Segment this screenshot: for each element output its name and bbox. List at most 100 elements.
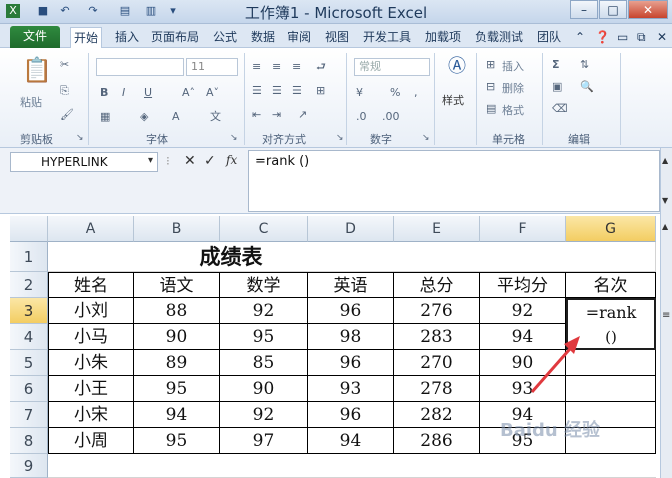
window-restore-icon[interactable]: ⧉ — [634, 27, 649, 48]
table-cell[interactable]: 90 — [134, 324, 220, 350]
tab-page-layout[interactable]: 页面布局 — [148, 27, 202, 48]
column-header-f[interactable]: F — [480, 216, 566, 242]
maximize-button[interactable]: □ — [599, 0, 627, 19]
align-bottom-icon[interactable]: ≡ — [292, 60, 301, 74]
tab-file[interactable]: 文件 — [10, 26, 60, 48]
font-name-combo[interactable] — [96, 58, 184, 76]
clear-icon[interactable]: ⌫ — [552, 102, 568, 116]
italic-icon[interactable]: I — [122, 86, 125, 100]
format-painter-icon[interactable]: 🖌 — [60, 108, 74, 122]
percent-icon[interactable]: % — [390, 86, 400, 100]
header-cell-rank[interactable]: 名次 — [566, 272, 656, 298]
table-cell[interactable]: 85 — [220, 350, 308, 376]
table-cell[interactable]: 92 — [480, 298, 566, 324]
align-middle-icon[interactable]: ≡ — [272, 60, 281, 74]
bold-icon[interactable]: B — [100, 86, 108, 100]
column-header-b[interactable]: B — [134, 216, 220, 242]
tab-load-test[interactable]: 负载测试 — [472, 27, 526, 48]
tab-data[interactable]: 数据 — [248, 27, 278, 48]
table-cell[interactable]: 283 — [394, 324, 480, 350]
copy-icon[interactable]: ⎘ — [60, 84, 69, 98]
shrink-font-icon[interactable]: A˅ — [206, 86, 219, 100]
align-center-icon[interactable]: ☰ — [272, 84, 282, 98]
dialog-launcher-icon[interactable]: ↘ — [76, 131, 84, 145]
align-top-icon[interactable]: ≡ — [252, 60, 261, 74]
cut-icon[interactable]: ✂ — [60, 58, 69, 72]
tab-insert[interactable]: 插入 — [112, 27, 142, 48]
increase-decimal-icon[interactable]: .0 — [356, 110, 367, 124]
dialog-launcher-icon[interactable]: ↘ — [230, 131, 238, 145]
enter-formula-icon[interactable]: ✓ — [204, 153, 216, 169]
tab-addins[interactable]: 加载项 — [422, 27, 464, 48]
table-cell[interactable]: 93 — [308, 376, 394, 402]
window-close-icon[interactable]: ✕ — [654, 27, 670, 48]
table-cell[interactable]: 276 — [394, 298, 480, 324]
delete-label[interactable]: 删除 — [502, 80, 524, 96]
dialog-launcher-icon[interactable]: ↘ — [336, 131, 344, 145]
autosum-icon[interactable]: Σ — [552, 58, 560, 72]
currency-icon[interactable]: ¥ — [356, 86, 363, 100]
border-icon[interactable]: ▦ — [100, 110, 110, 124]
phonetic-icon[interactable]: 文 — [210, 110, 221, 124]
dialog-launcher-icon[interactable]: ↘ — [422, 131, 430, 145]
format-icon[interactable]: ▤ — [486, 102, 496, 116]
grow-font-icon[interactable]: A˄ — [182, 86, 195, 100]
help-icon[interactable]: ❓ — [592, 27, 613, 48]
number-format-combo[interactable]: 常规 — [354, 58, 430, 76]
underline-icon[interactable]: U — [144, 86, 152, 100]
table-cell[interactable]: 94 — [308, 428, 394, 454]
styles-label[interactable]: 样式 — [442, 92, 464, 108]
scroll-up-icon[interactable]: ▲ — [662, 156, 668, 165]
increase-indent-icon[interactable]: ⇥ — [272, 108, 281, 122]
row-header-7[interactable]: 7 — [10, 402, 48, 428]
table-cell[interactable]: 270 — [394, 350, 480, 376]
tab-team[interactable]: 团队 — [534, 27, 564, 48]
insert-icon[interactable]: ⊞ — [486, 58, 495, 72]
tab-developer[interactable]: 开发工具 — [360, 27, 414, 48]
header-cell-chinese[interactable]: 语文 — [134, 272, 220, 298]
align-right-icon[interactable]: ☰ — [292, 84, 302, 98]
row-header-3[interactable]: 3 — [10, 298, 48, 324]
fill-icon[interactable]: ▣ — [552, 80, 562, 94]
table-cell[interactable]: 小刘 — [48, 298, 134, 324]
window-minimize-icon[interactable]: ▭ — [614, 27, 631, 48]
row-header-6[interactable]: 6 — [10, 376, 48, 402]
collapse-ribbon-icon[interactable]: ⌃ — [572, 27, 588, 48]
table-cell[interactable]: 小马 — [48, 324, 134, 350]
header-cell-total[interactable]: 总分 — [394, 272, 480, 298]
wrap-text-icon[interactable]: ⮐ — [316, 60, 326, 74]
sheet-title-cell[interactable]: 成绩表 — [48, 242, 414, 272]
table-cell[interactable]: 94 — [134, 402, 220, 428]
header-cell-name[interactable]: 姓名 — [48, 272, 134, 298]
table-cell[interactable]: 89 — [134, 350, 220, 376]
scroll-down-icon[interactable]: ▼ — [662, 196, 668, 205]
styles-icon[interactable]: Ⓐ — [448, 58, 466, 76]
column-header-c[interactable]: C — [220, 216, 308, 242]
row-header-9[interactable]: 9 — [10, 454, 48, 478]
insert-label[interactable]: 插入 — [502, 58, 524, 74]
name-box[interactable]: HYPERLINK — [10, 152, 158, 172]
table-cell[interactable]: 96 — [308, 298, 394, 324]
name-box-dropdown-icon[interactable]: ▾ — [148, 155, 153, 166]
table-cell[interactable]: 92 — [220, 402, 308, 428]
header-cell-english[interactable]: 英语 — [308, 272, 394, 298]
minimize-button[interactable]: – — [570, 0, 598, 19]
row-header-2[interactable]: 2 — [10, 272, 48, 298]
font-size-combo[interactable]: 11 — [186, 58, 238, 76]
table-cell[interactable]: 小王 — [48, 376, 134, 402]
formula-input[interactable]: =rank () — [248, 150, 660, 212]
merge-center-icon[interactable]: ⊞ — [316, 84, 325, 98]
table-cell[interactable]: 90 — [220, 376, 308, 402]
header-cell-math[interactable]: 数学 — [220, 272, 308, 298]
tab-view[interactable]: 视图 — [322, 27, 352, 48]
insert-function-icon[interactable]: fx — [226, 153, 237, 167]
tab-home[interactable]: 开始 — [70, 27, 103, 49]
decrease-indent-icon[interactable]: ⇤ — [252, 108, 261, 122]
column-header-e[interactable]: E — [394, 216, 480, 242]
table-cell[interactable]: 小朱 — [48, 350, 134, 376]
scroll-thumb-grip-icon[interactable]: ≡ — [662, 310, 670, 321]
table-cell[interactable]: 小周 — [48, 428, 134, 454]
table-cell[interactable]: 95 — [134, 428, 220, 454]
row-header-8[interactable]: 8 — [10, 428, 48, 454]
empty-row[interactable] — [48, 454, 656, 478]
